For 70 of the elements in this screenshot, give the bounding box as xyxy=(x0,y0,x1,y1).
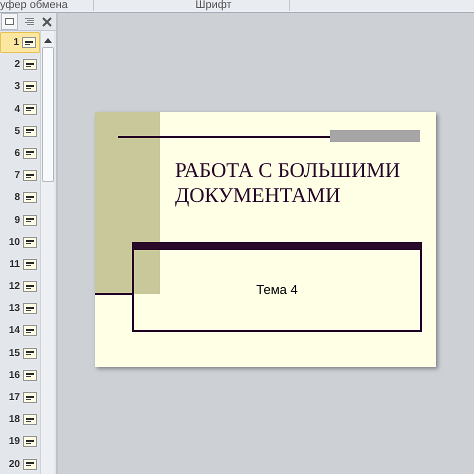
slide-thumbnail[interactable]: 14 xyxy=(0,320,40,342)
slide-title: РАБОТА С БОЛЬШИМИ ДОКУМЕНТАМИ xyxy=(175,158,402,208)
thumbnail-image xyxy=(23,148,37,159)
slide-thumbnail[interactable]: 18 xyxy=(0,409,40,430)
scroll-up-icon[interactable] xyxy=(44,37,52,43)
slide-thumbnail[interactable]: 8 xyxy=(0,187,40,208)
thumbnail-image xyxy=(23,59,37,70)
slide-number: 6 xyxy=(14,146,20,161)
slide-thumbnail[interactable]: 13 xyxy=(0,298,40,320)
slide-icon xyxy=(5,18,14,25)
scroll-thumb[interactable] xyxy=(42,47,54,182)
scrollbar[interactable] xyxy=(40,31,54,474)
thumbnail-image xyxy=(22,37,36,48)
slide-number: 14 xyxy=(8,324,20,338)
ribbon-group-label: Шрифт xyxy=(138,0,290,11)
slide-number: 15 xyxy=(8,346,20,361)
thumbnail-image xyxy=(23,192,37,204)
close-icon[interactable] xyxy=(42,16,52,26)
thumbnail-image xyxy=(23,370,37,381)
slide-number: 16 xyxy=(8,368,20,383)
ribbon-group-label: уфер обмена xyxy=(0,0,94,11)
slide-thumbnail[interactable]: 20 xyxy=(0,454,40,474)
slide-number: 11 xyxy=(9,258,20,272)
slide-thumbnail[interactable]: 6 xyxy=(0,142,40,164)
thumbnail-image xyxy=(23,236,37,248)
slide-thumbnail[interactable]: 15 xyxy=(0,342,40,364)
slide-thumbnail[interactable]: 4 xyxy=(0,98,40,120)
thumbnail-image xyxy=(23,348,37,359)
slide-thumbnail[interactable]: 12 xyxy=(0,276,40,298)
thumbnail-image xyxy=(23,436,37,448)
thumbnail-image xyxy=(23,303,37,314)
thumbnail-image xyxy=(23,170,37,182)
thumbnail-image xyxy=(23,392,37,403)
slide-number: 4 xyxy=(14,102,20,117)
slide-thumbnail[interactable]: 11 xyxy=(0,254,40,275)
slide-thumbnail[interactable]: 3 xyxy=(0,76,40,98)
slide-thumbnail[interactable]: 17 xyxy=(0,387,40,408)
thumbnail-image xyxy=(23,325,37,336)
slide-number: 12 xyxy=(8,280,20,294)
slide-thumbnail[interactable]: 7 xyxy=(0,165,40,186)
slide-thumbnail[interactable]: 5 xyxy=(0,120,40,142)
thumbnail-image xyxy=(23,458,37,470)
slide-thumbnail[interactable]: 9 xyxy=(0,210,40,230)
slide-number: 18 xyxy=(8,413,20,428)
slide-number: 20 xyxy=(8,458,20,472)
slide-number: 1 xyxy=(13,36,19,50)
slide-thumbnail[interactable]: 16 xyxy=(0,364,40,386)
slide-thumbnail[interactable]: 19 xyxy=(0,431,40,452)
thumbnail-image xyxy=(23,81,37,92)
slide-number: 2 xyxy=(14,58,20,72)
slide-number: 3 xyxy=(14,80,20,94)
thumbnail-image xyxy=(23,126,37,137)
slide-subtitle: Тема 4 xyxy=(256,281,298,300)
thumbnail-image xyxy=(23,281,37,292)
slide-thumbnail[interactable]: 1 xyxy=(0,32,40,53)
slide-number: 10 xyxy=(8,236,20,250)
thumbnail-image xyxy=(23,104,37,115)
slide-thumbnail[interactable]: 10 xyxy=(0,232,40,253)
slide-number: 9 xyxy=(14,214,20,228)
thumbnail-image xyxy=(23,414,37,426)
slide-number: 19 xyxy=(8,435,20,450)
thumbnail-image xyxy=(23,214,37,226)
slide-number: 5 xyxy=(14,124,20,139)
slide-number: 17 xyxy=(8,391,20,405)
slides-tab[interactable] xyxy=(1,13,18,30)
slide-number: 13 xyxy=(8,302,20,316)
thumbnail-image xyxy=(23,258,37,270)
slide-number: 8 xyxy=(14,191,20,206)
slide-thumbnail[interactable]: 2 xyxy=(0,54,40,76)
slide-number: 7 xyxy=(14,169,20,184)
